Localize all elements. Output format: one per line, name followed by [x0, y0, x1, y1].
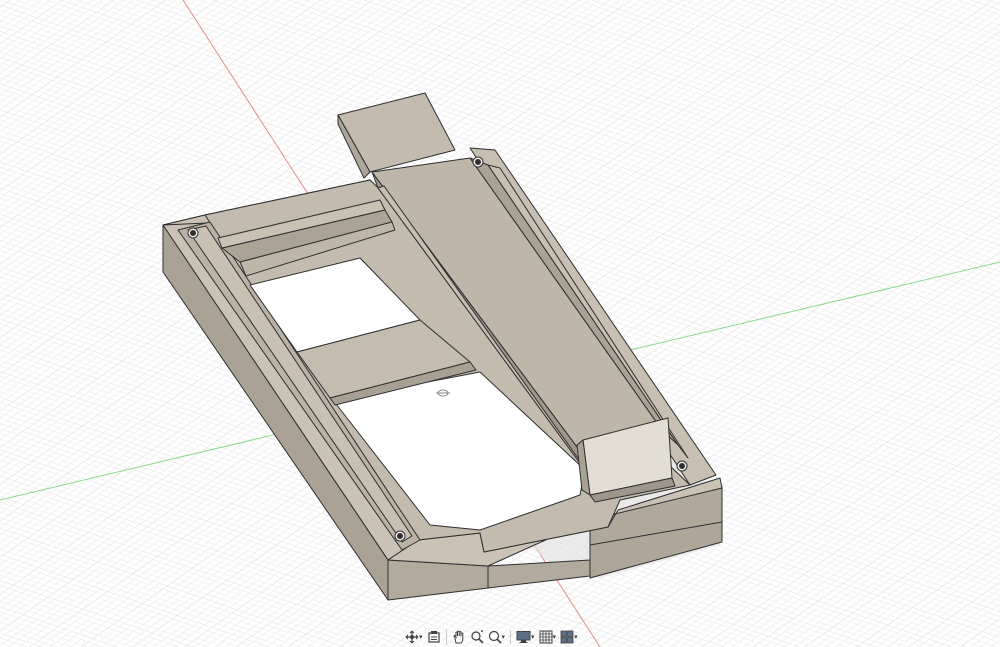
display-settings-icon	[516, 631, 531, 643]
toolbar-separator	[510, 630, 512, 644]
look-at-icon	[427, 631, 440, 643]
fit-zoom-icon	[488, 630, 502, 644]
grid-snaps-button[interactable]: ▾	[538, 628, 558, 646]
pan-button[interactable]	[451, 628, 467, 646]
display-settings-button[interactable]: ▾	[515, 628, 536, 646]
chevron-down-icon: ▾	[419, 633, 423, 641]
pan-hand-icon	[453, 630, 463, 644]
viewports-button[interactable]: ▾	[559, 628, 579, 646]
grid-snaps-icon	[539, 630, 553, 644]
chevron-down-icon: ▾	[552, 633, 557, 641]
orbit-button[interactable]: ▾	[404, 628, 424, 646]
viewports-icon	[560, 630, 574, 644]
fit-zoom-button[interactable]: ▾	[487, 628, 507, 646]
zoom-button[interactable]	[469, 628, 485, 646]
navigation-bar: ▾ ▾ ▾ ▾ ▾	[404, 628, 584, 646]
zoom-icon	[470, 630, 484, 644]
orbit-icon	[405, 630, 419, 644]
look-at-button[interactable]	[426, 628, 442, 646]
chevron-down-icon: ▾	[531, 633, 535, 641]
chevron-down-icon: ▾	[501, 633, 506, 641]
toolbar-separator	[445, 630, 447, 644]
canvas-svg	[0, 0, 1000, 647]
3d-canvas-viewport[interactable]	[0, 0, 1000, 647]
chevron-down-icon: ▾	[574, 633, 578, 641]
